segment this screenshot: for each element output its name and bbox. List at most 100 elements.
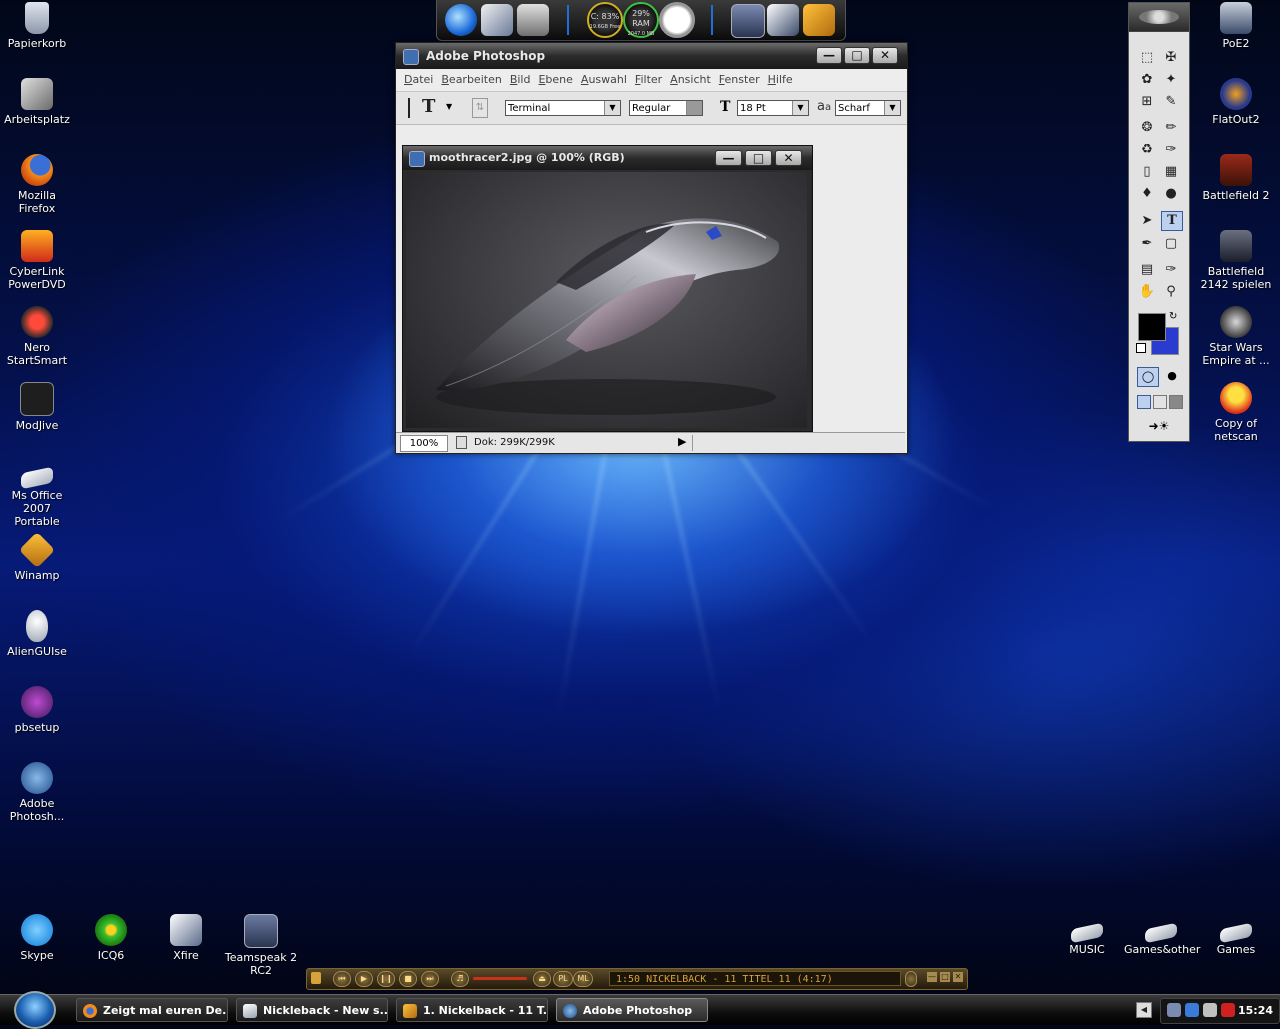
start-button[interactable] [14, 991, 56, 1029]
desktop-icon-skype[interactable]: Skype [0, 914, 74, 962]
tray-users-icon[interactable] [1203, 1003, 1217, 1017]
eraser-tool-icon[interactable]: ▯ [1137, 163, 1157, 181]
menu-ebene[interactable]: Ebene [534, 69, 576, 91]
desktop-icon-firefox[interactable]: Mozilla Firefox [0, 154, 74, 215]
player-menu-button[interactable] [905, 971, 917, 987]
status-menu-arrow-icon[interactable]: ▶ [678, 435, 686, 448]
task-photoshop[interactable]: Adobe Photoshop [556, 998, 708, 1022]
toolbox-header[interactable] [1129, 3, 1189, 32]
menu-filter[interactable]: Filter [631, 69, 666, 91]
play-button[interactable]: ▶ [355, 971, 373, 987]
desktop-icon-xfire[interactable]: Xfire [149, 914, 223, 962]
document-titlebar[interactable]: moothracer2.jpg @ 100% (RGB) — □ ✕ [403, 146, 812, 170]
dock-xfire-icon[interactable] [767, 4, 799, 36]
blur-tool-icon[interactable]: ♦ [1137, 185, 1157, 203]
doc-close-button[interactable]: ✕ [775, 150, 802, 166]
maximize-button[interactable]: □ [844, 47, 870, 64]
font-size-select[interactable]: 18 Pt ▼ [737, 100, 809, 116]
desktop-icon-music[interactable]: MUSIC [1050, 914, 1124, 956]
preset-dropdown-arrow[interactable]: ▼ [446, 102, 452, 111]
next-button[interactable]: ⏭ [421, 971, 439, 987]
desktop-icon-netscan[interactable]: Copy of netscan [1199, 382, 1273, 443]
task-winamp[interactable]: 1. Nickelback - 11 T... [396, 998, 548, 1022]
desktop-icon-office[interactable]: Ms Office 2007 Portable [0, 458, 74, 528]
font-family-select[interactable]: Terminal ▼ [505, 100, 621, 116]
desktop-icon-powerdvd[interactable]: CyberLink PowerDVD [0, 230, 74, 291]
font-style-select[interactable]: Regular [629, 100, 703, 116]
hand-tool-icon[interactable]: ✋ [1137, 283, 1157, 301]
close-button[interactable]: ✕ [872, 47, 898, 64]
desktop-icon-poe2[interactable]: PoE2 [1199, 2, 1273, 50]
menu-bearbeiten[interactable]: Bearbeiten [437, 69, 505, 91]
brush-tool-icon[interactable]: ✏ [1161, 119, 1181, 137]
tray-antivirus-icon[interactable] [1221, 1003, 1235, 1017]
marquee-tool-icon[interactable]: ⬚ [1137, 49, 1157, 67]
history-brush-tool-icon[interactable]: ✑ [1161, 141, 1181, 159]
tray-expand-button[interactable]: ◀ [1136, 1002, 1152, 1018]
zoom-tool-icon[interactable]: ⚲ [1161, 283, 1181, 301]
slice-tool-icon[interactable]: ✎ [1161, 93, 1181, 111]
tool-preset-picker[interactable]: T [422, 96, 435, 117]
clone-stamp-tool-icon[interactable]: ♻ [1137, 141, 1157, 159]
dodge-tool-icon[interactable]: ● [1161, 185, 1181, 203]
desktop-icon-games[interactable]: Games [1199, 914, 1273, 956]
doc-maximize-button[interactable]: □ [745, 150, 772, 166]
text-orientation-icon[interactable]: ⇅ [472, 98, 488, 118]
volume-slider[interactable] [473, 977, 527, 980]
shape-tool-icon[interactable]: ▢ [1161, 235, 1181, 253]
tray-network-icon[interactable] [1167, 1003, 1181, 1017]
antialias-select[interactable]: Scharf ▼ [835, 100, 901, 116]
desktop-icon-battlefield2142[interactable]: Battlefield 2142 spielen [1199, 230, 1273, 291]
eject-button[interactable]: ⏏ [533, 971, 551, 987]
quick-mask-mode-button[interactable]: ● [1162, 367, 1182, 385]
doc-minimize-button[interactable]: — [715, 150, 742, 166]
desktop-icon-battlefield2[interactable]: Battlefield 2 [1199, 154, 1273, 202]
stop-button[interactable]: ■ [399, 971, 417, 987]
foreground-color-swatch[interactable] [1138, 313, 1166, 341]
zoom-field[interactable]: 100% [400, 435, 448, 452]
desktop-icon-alienguise[interactable]: AlienGUIse [0, 610, 74, 658]
default-colors-icon[interactable] [1136, 343, 1146, 353]
standard-mode-button[interactable]: ◯ [1137, 367, 1159, 387]
desktop-icon-icq[interactable]: ICQ6 [74, 914, 148, 962]
desktop-icon-papierkorb[interactable]: Papierkorb [0, 2, 74, 50]
desktop-icon-games-other[interactable]: Games&other [1124, 914, 1200, 956]
desktop-icon-pbsetup[interactable]: pbsetup [0, 686, 74, 734]
desktop-icon-starwars[interactable]: Star Wars Empire at ... [1199, 306, 1273, 367]
previous-button[interactable]: ⏮ [333, 971, 351, 987]
eyedropper-tool-icon[interactable]: ✑ [1161, 261, 1181, 279]
player-close-button[interactable]: ✕ [953, 972, 963, 982]
desktop-icon-nero[interactable]: Nero StartSmart [0, 306, 74, 367]
player-shade-button[interactable]: □ [940, 972, 950, 982]
task-firefox[interactable]: Zeigt mal euren De... [76, 998, 228, 1022]
path-selection-tool-icon[interactable]: ➤ [1137, 212, 1157, 230]
player-minimize-button[interactable]: — [927, 972, 937, 982]
image-canvas[interactable] [406, 172, 807, 428]
desktop-icon-modjive[interactable]: ModJive [0, 382, 74, 432]
screen-mode-standard-icon[interactable] [1137, 395, 1151, 409]
dock-teamspeak-icon[interactable] [731, 4, 765, 38]
desktop-icon-photoshop[interactable]: Adobe Photosh... [0, 762, 74, 823]
dock-planet-icon[interactable] [445, 4, 477, 36]
dock-tools-icon[interactable] [481, 4, 513, 36]
desktop-icon-arbeitsplatz[interactable]: Arbeitsplatz [0, 78, 74, 126]
menu-datei[interactable]: Datei [400, 69, 437, 91]
jump-to-imageready-icon[interactable]: ➜☀ [1139, 419, 1179, 435]
photoshop-titlebar[interactable]: Adobe Photoshop — □ ✕ [396, 43, 907, 69]
pen-tool-icon[interactable]: ✒ [1137, 235, 1157, 253]
screen-mode-full-icon[interactable] [1169, 395, 1183, 409]
move-tool-icon[interactable]: ✠ [1161, 49, 1181, 67]
playlist-toggle[interactable]: PL [553, 971, 573, 987]
lasso-tool-icon[interactable]: ✿ [1137, 71, 1157, 89]
healing-brush-tool-icon[interactable]: ❂ [1137, 119, 1157, 137]
dock-winamp-icon[interactable] [803, 4, 835, 36]
gradient-tool-icon[interactable]: ▦ [1161, 163, 1181, 181]
dock-drive-icon[interactable] [517, 4, 549, 36]
swap-colors-icon[interactable]: ↻ [1169, 311, 1177, 322]
menu-hilfe[interactable]: Hilfe [764, 69, 797, 91]
menu-bild[interactable]: Bild [506, 69, 535, 91]
desktop-icon-teamspeak[interactable]: Teamspeak 2 RC2 [224, 914, 298, 977]
tray-sync-icon[interactable] [1185, 1003, 1199, 1017]
media-library-toggle[interactable]: ML [573, 971, 593, 987]
pause-button[interactable]: ❙❙ [377, 971, 395, 987]
